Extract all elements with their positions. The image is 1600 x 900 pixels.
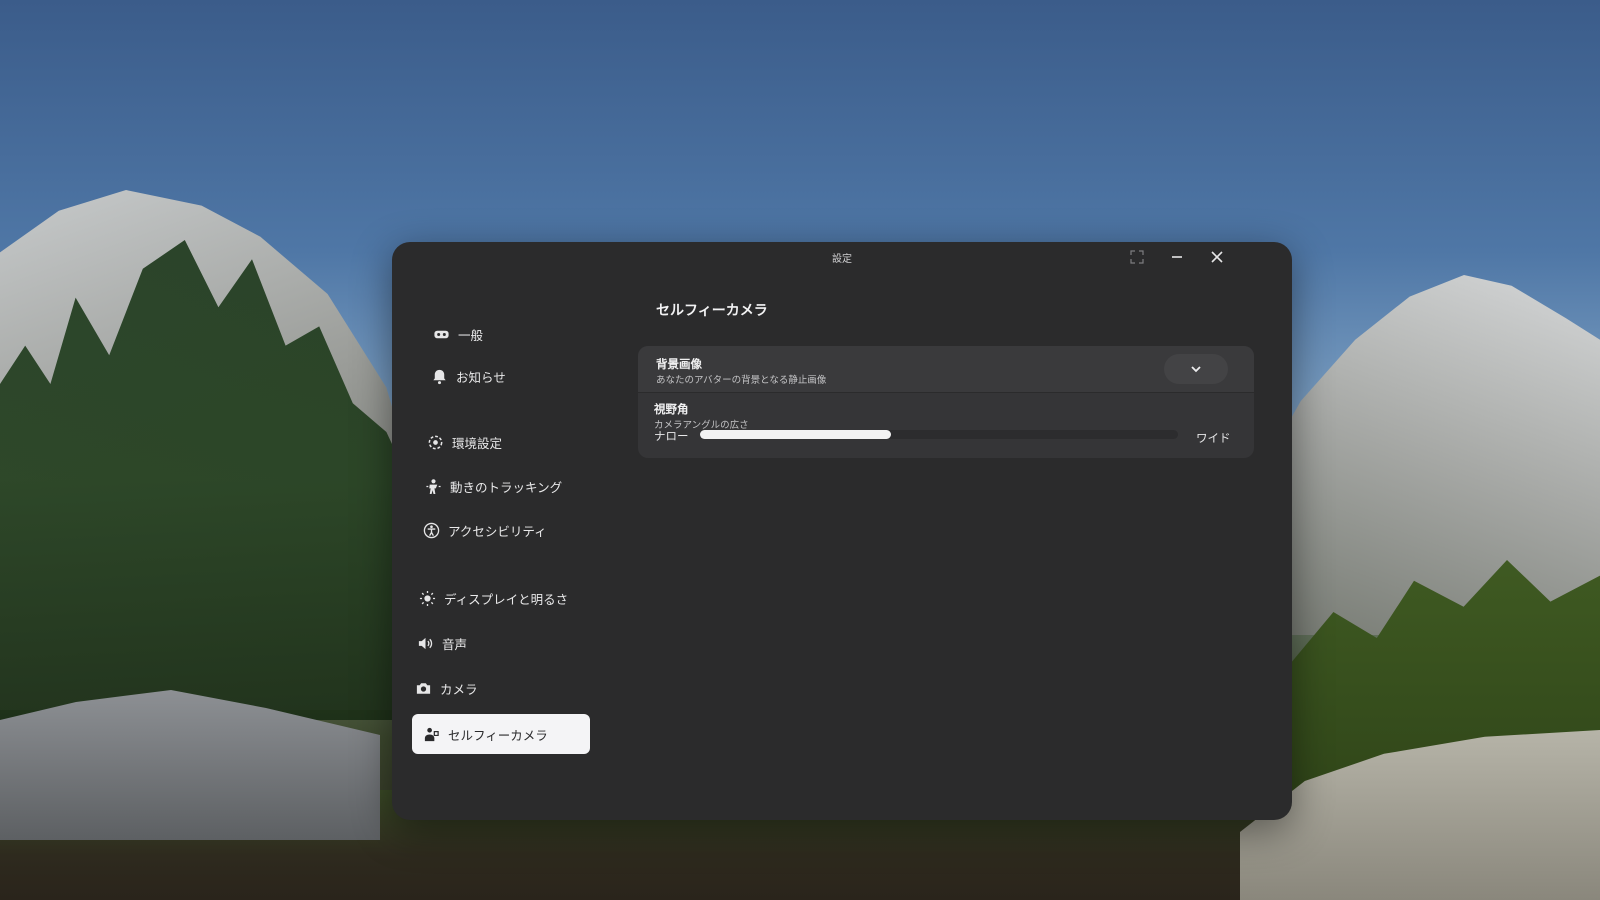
background-image-title: 背景画像 <box>656 357 702 371</box>
camera-icon <box>414 679 432 697</box>
slider-max-label: ワイド <box>1196 431 1231 445</box>
sidebar-item-display-brightness[interactable]: ディスプレイと明るさ <box>418 578 596 618</box>
sidebar-item-label: アクセシビリティ <box>448 523 547 539</box>
sidebar-item-label: 動きのトラッキング <box>450 479 563 495</box>
window-title: 設定 <box>832 254 852 265</box>
motion-tracking-icon <box>424 477 442 495</box>
sidebar-item-accessibility[interactable]: アクセシビリティ <box>422 510 600 550</box>
field-of-view-slider[interactable] <box>700 430 1178 439</box>
speaker-icon <box>416 634 434 652</box>
chevron-down-icon <box>1191 366 1201 373</box>
settings-window: 設定 一般 お知らせ 環境設定 動きのトラッキング アクセシビリティ ディスプレ… <box>392 242 1292 820</box>
sidebar-item-selfie-camera[interactable]: セルフィーカメラ <box>412 714 590 754</box>
minimize-icon <box>1172 256 1182 258</box>
sidebar-item-notifications[interactable]: お知らせ <box>430 356 608 396</box>
close-icon <box>1211 251 1223 263</box>
minimize-button[interactable] <box>1166 246 1188 268</box>
background-image-subtitle: あなたのアバターの背景となる静止画像 <box>656 375 827 386</box>
sidebar-item-camera[interactable]: カメラ <box>414 668 592 708</box>
sidebar-item-label: セルフィーカメラ <box>448 727 548 743</box>
bell-icon <box>430 367 448 385</box>
page-title: セルフィーカメラ <box>656 303 768 319</box>
slider-min-label: ナロー <box>654 429 689 443</box>
background-image-dropdown[interactable] <box>1164 354 1228 384</box>
sidebar-item-label: 一般 <box>458 327 484 343</box>
accessibility-icon <box>422 521 440 539</box>
sidebar-item-environment[interactable]: 環境設定 <box>426 422 604 462</box>
sidebar-item-label: お知らせ <box>456 369 506 385</box>
sidebar-item-label: 環境設定 <box>452 435 503 451</box>
sidebar-item-label: ディスプレイと明るさ <box>444 591 569 607</box>
environment-icon <box>426 433 444 451</box>
mountain-right <box>1260 275 1600 635</box>
selfie-camera-icon <box>422 725 440 743</box>
close-button[interactable] <box>1206 246 1228 268</box>
title-bar: 設定 <box>392 242 1292 272</box>
sidebar-item-label: 音声 <box>442 636 468 652</box>
vr-environment-background: 設定 一般 お知らせ 環境設定 動きのトラッキング アクセシビリティ ディスプレ… <box>0 0 1600 900</box>
expand-icon <box>1130 250 1144 264</box>
sidebar-item-motion-tracking[interactable]: 動きのトラッキング <box>424 466 602 506</box>
sidebar-item-audio[interactable]: 音声 <box>416 623 594 663</box>
sun-icon <box>418 589 436 607</box>
sidebar-item-label: カメラ <box>440 681 478 697</box>
row-divider <box>638 392 1254 393</box>
sidebar-item-general[interactable]: 一般 <box>432 314 610 354</box>
field-of-view-title: 視野角 <box>654 402 689 416</box>
slider-fill <box>700 430 892 439</box>
fullscreen-button[interactable] <box>1126 246 1148 268</box>
vr-headset-icon <box>432 325 450 343</box>
